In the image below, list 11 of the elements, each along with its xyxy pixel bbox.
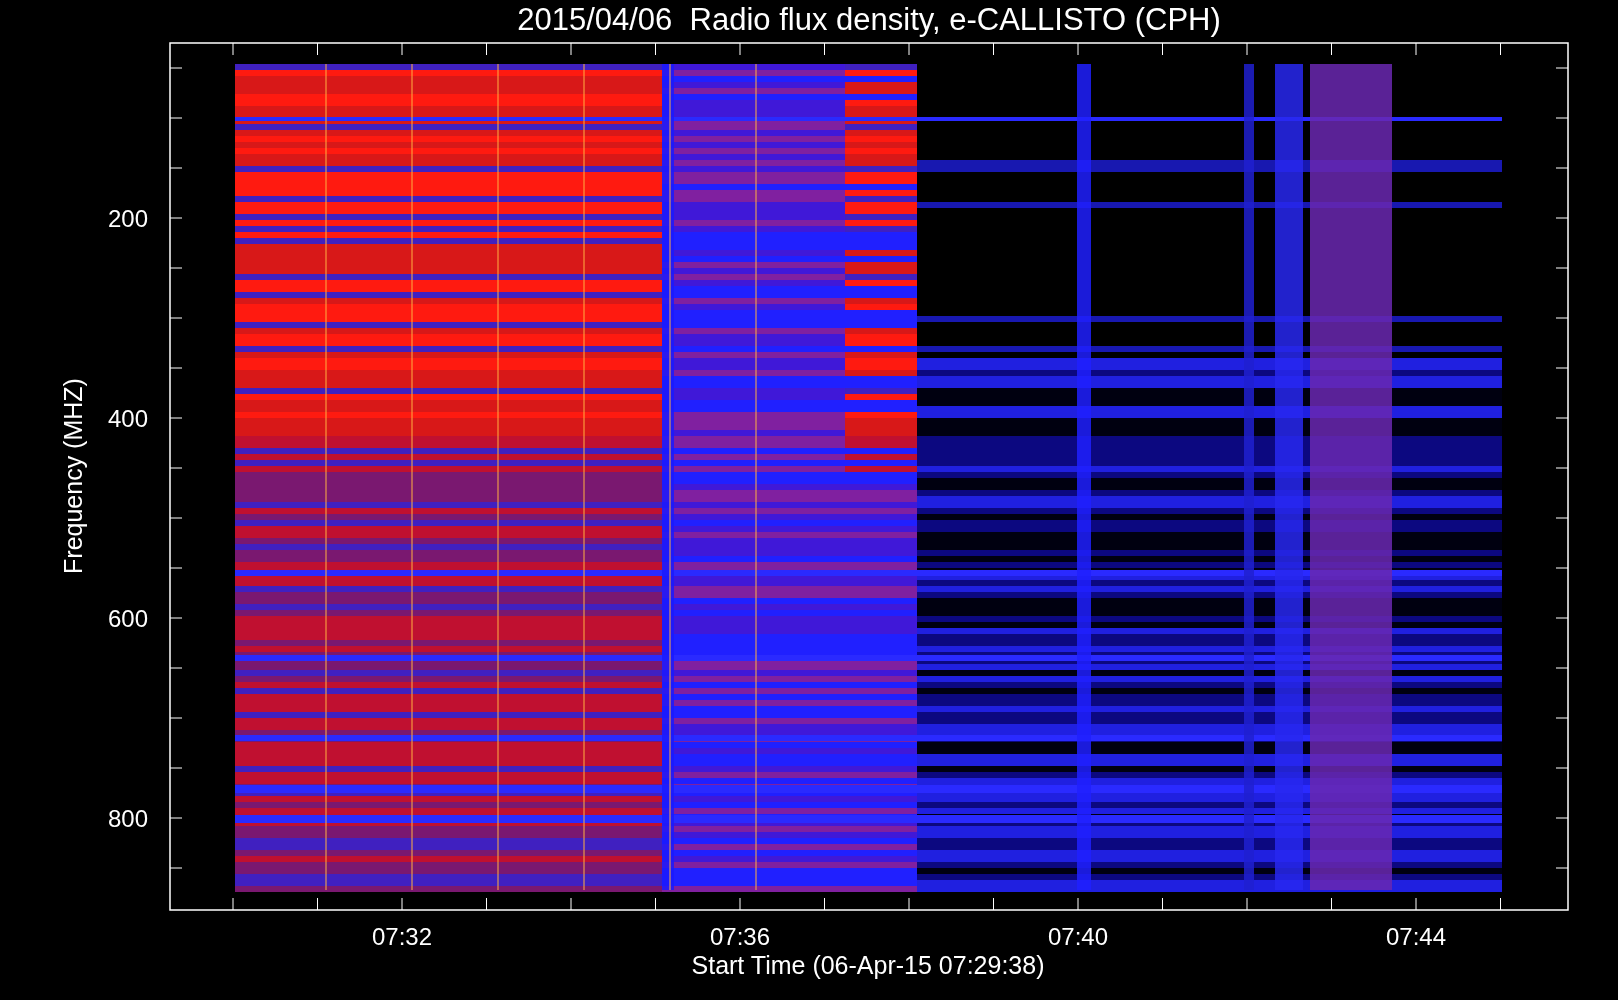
chart-title: 2015/04/06 Radio flux density, e-CALLISTO (CPH) bbox=[517, 2, 1221, 37]
y-tick-label: 800 bbox=[107, 805, 148, 832]
x-axis-label: Start Time (06-Apr-15 07:29:38) bbox=[691, 951, 1045, 979]
y-tick-label: 400 bbox=[107, 405, 148, 432]
y-tick-label: 200 bbox=[107, 205, 148, 232]
x-tick-label: 07:32 bbox=[371, 923, 433, 950]
x-tick-label: 07:44 bbox=[1385, 923, 1447, 950]
y-axis-label: Frequency (MHZ) bbox=[59, 378, 87, 574]
x-tick-label: 07:36 bbox=[709, 923, 771, 950]
y-tick-label: 600 bbox=[107, 605, 148, 632]
x-tick-label: 07:40 bbox=[1047, 923, 1109, 950]
